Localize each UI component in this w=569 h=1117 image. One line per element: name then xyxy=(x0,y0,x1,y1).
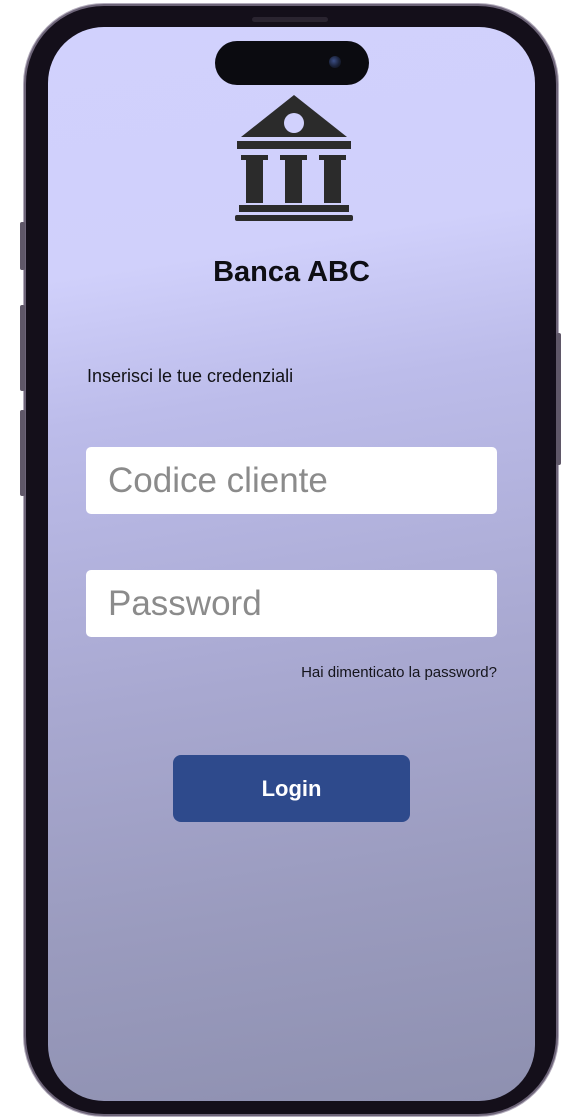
camera-lens-icon xyxy=(329,56,341,68)
speaker-grille xyxy=(252,17,328,22)
action-button xyxy=(20,222,25,270)
forgot-password-link[interactable]: Hai dimenticato la password? xyxy=(301,664,497,681)
credentials-instruction: Inserisci le tue credenziali xyxy=(87,366,294,386)
client-code-input[interactable] xyxy=(86,447,497,514)
bank-building-icon xyxy=(235,95,353,221)
password-input[interactable] xyxy=(86,570,497,637)
volume-down-button xyxy=(20,410,25,496)
login-button[interactable]: Login xyxy=(173,755,410,822)
power-button xyxy=(556,333,561,465)
dynamic-island xyxy=(215,41,369,85)
bank-name-title: Banca ABC xyxy=(213,256,370,288)
phone-screen: Banca ABC Inserisci le tue credenziali H… xyxy=(48,27,535,1101)
volume-up-button xyxy=(20,305,25,391)
